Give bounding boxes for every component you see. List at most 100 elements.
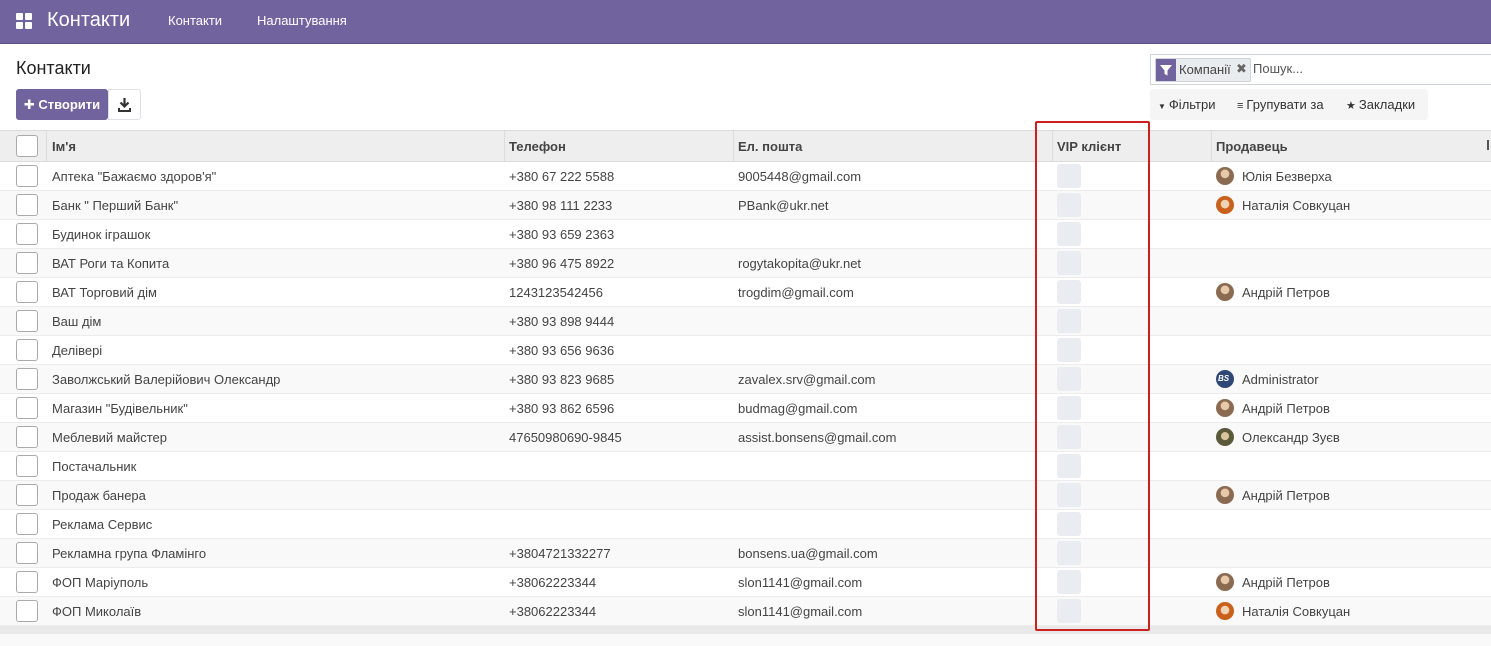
table-row[interactable]: Заволжський Валерійович Олександр +380 93… [0, 365, 1491, 394]
row-checkbox[interactable] [16, 194, 38, 216]
filter-icon: ▼ [1158, 102, 1166, 111]
row-checkbox[interactable] [16, 397, 38, 419]
row-checkbox[interactable] [16, 368, 38, 390]
row-checkbox[interactable] [16, 165, 38, 187]
row-checkbox[interactable] [16, 223, 38, 245]
vip-checkbox[interactable] [1057, 338, 1081, 362]
salesperson-name: Олександр Зуєв [1242, 430, 1340, 445]
table-body: Аптека "Бажаємо здоров'я" +380 67 222 558… [0, 162, 1491, 626]
table-row[interactable]: ВАТ Роги та Копита +380 96 475 8922 rogyta… [0, 249, 1491, 278]
row-checkbox[interactable] [16, 600, 38, 622]
contact-phone: +380 93 823 9685 [509, 372, 615, 387]
nav-menu-contacts[interactable]: Контакти [168, 13, 222, 28]
table-row[interactable]: ФОП Маріуполь +38062223344 slon1141@gmail.… [0, 568, 1491, 597]
vip-checkbox[interactable] [1057, 396, 1081, 420]
vip-checkbox[interactable] [1057, 251, 1081, 275]
row-checkbox[interactable] [16, 252, 38, 274]
star-icon: ★ [1346, 100, 1356, 112]
table-row[interactable]: ФОП Миколаїв +38062223344 slon1141@gmail.c… [0, 597, 1491, 626]
column-divider [1211, 131, 1212, 161]
table-row[interactable]: Банк " Перший Банк" +380 98 111 2233 PBank… [0, 191, 1491, 220]
vip-checkbox[interactable] [1057, 164, 1081, 188]
row-checkbox[interactable] [16, 484, 38, 506]
search-facet[interactable]: Компанії ✖ [1155, 58, 1251, 82]
column-header-name[interactable]: Ім'я [52, 139, 76, 154]
create-button[interactable]: ✚ Створити [16, 89, 108, 120]
salesperson-name: Юлія Безверха [1242, 169, 1332, 184]
contact-name: Продаж банера [52, 488, 146, 503]
vip-checkbox[interactable] [1057, 454, 1081, 478]
vip-checkbox[interactable] [1057, 599, 1081, 623]
contact-phone: +380 98 111 2233 [509, 198, 613, 213]
group-by-button[interactable]: ≡ Групувати за [1237, 97, 1324, 112]
contact-name: Делівері [52, 343, 103, 358]
salesperson-name: Наталія Совкуцан [1242, 604, 1351, 619]
table-row[interactable]: Будинок іграшок +380 93 659 2363 [0, 220, 1491, 249]
row-checkbox[interactable] [16, 571, 38, 593]
contact-name: ВАТ Роги та Копита [52, 256, 170, 271]
column-divider [733, 131, 734, 161]
vip-checkbox[interactable] [1057, 570, 1081, 594]
table-row[interactable]: Делівері +380 93 656 9636 [0, 336, 1491, 365]
contact-phone: +380 93 659 2363 [509, 227, 615, 242]
table-row[interactable]: Постачальник [0, 452, 1491, 481]
avatar [1216, 573, 1234, 591]
favorites-label: Закладки [1358, 97, 1416, 112]
row-checkbox[interactable] [16, 310, 38, 332]
column-header-salesperson[interactable]: Продавець [1216, 139, 1288, 154]
column-divider [1052, 131, 1053, 161]
vip-checkbox[interactable] [1057, 512, 1081, 536]
contact-name: ВАТ Торговий дім [52, 285, 157, 300]
contact-email: zavalex.srv@gmail.com [738, 372, 876, 387]
vip-checkbox[interactable] [1057, 222, 1081, 246]
row-checkbox[interactable] [16, 339, 38, 361]
select-all-checkbox[interactable] [16, 135, 38, 157]
table-row[interactable]: Аптека "Бажаємо здоров'я" +380 67 222 558… [0, 162, 1491, 191]
row-checkbox[interactable] [16, 542, 38, 564]
vip-checkbox[interactable] [1057, 483, 1081, 507]
column-header-email[interactable]: Ел. пошта [738, 139, 802, 154]
table-row[interactable]: Реклама Сервис [0, 510, 1491, 539]
contacts-table: Ім'я Телефон Ел. пошта VIP клієнт Продав… [0, 130, 1491, 634]
column-resize-handle[interactable] [1487, 140, 1489, 150]
vip-checkbox[interactable] [1057, 367, 1081, 391]
vip-checkbox[interactable] [1057, 193, 1081, 217]
vip-checkbox[interactable] [1057, 280, 1081, 304]
avatar [1216, 283, 1234, 301]
column-header-phone[interactable]: Телефон [509, 139, 566, 154]
vip-checkbox[interactable] [1057, 309, 1081, 333]
table-row[interactable]: Продаж банера Андрій Петров [0, 481, 1491, 510]
table-row[interactable]: Ваш дім +380 93 898 9444 [0, 307, 1491, 336]
contact-email: assist.bonsens@gmail.com [738, 430, 897, 445]
download-button[interactable] [108, 89, 141, 120]
contact-phone: 47650980690-9845 [509, 430, 622, 445]
column-divider [504, 131, 505, 161]
apps-grid-icon[interactable] [16, 13, 32, 29]
contact-name: Ваш дім [52, 314, 102, 329]
contact-email: bonsens.ua@gmail.com [738, 546, 878, 561]
column-header-vip[interactable]: VIP клієнт [1057, 139, 1121, 154]
table-row[interactable]: Магазин "Будівельник" +380 93 862 6596 bud… [0, 394, 1491, 423]
nav-menu-settings[interactable]: Налаштування [257, 13, 347, 28]
contact-phone: +380 67 222 5588 [509, 169, 615, 184]
row-checkbox[interactable] [16, 281, 38, 303]
row-checkbox[interactable] [16, 513, 38, 535]
table-row[interactable]: Рекламна група Фламінго +3804721332277 bon… [0, 539, 1491, 568]
table-row[interactable]: Меблевий майстер 47650980690-9845 assist.b… [0, 423, 1491, 452]
avatar [1216, 602, 1234, 620]
contact-phone: +3804721332277 [509, 546, 611, 561]
vip-checkbox[interactable] [1057, 541, 1081, 565]
search-bar[interactable]: Компанії ✖ [1150, 54, 1491, 85]
filter-icon [1156, 59, 1176, 81]
row-checkbox[interactable] [16, 455, 38, 477]
filters-button[interactable]: ▼ Фільтри [1158, 97, 1215, 112]
favorites-button[interactable]: ★ Закладки [1346, 97, 1415, 112]
close-icon[interactable]: ✖ [1236, 61, 1247, 77]
contact-email: trogdim@gmail.com [738, 285, 854, 300]
row-checkbox[interactable] [16, 426, 38, 448]
app-title[interactable]: Контакти [47, 9, 130, 32]
salesperson-name: Administrator [1242, 372, 1319, 387]
search-input[interactable] [1253, 61, 1488, 76]
vip-checkbox[interactable] [1057, 425, 1081, 449]
table-row[interactable]: ВАТ Торговий дім 1243123542456 trogdim@gma… [0, 278, 1491, 307]
